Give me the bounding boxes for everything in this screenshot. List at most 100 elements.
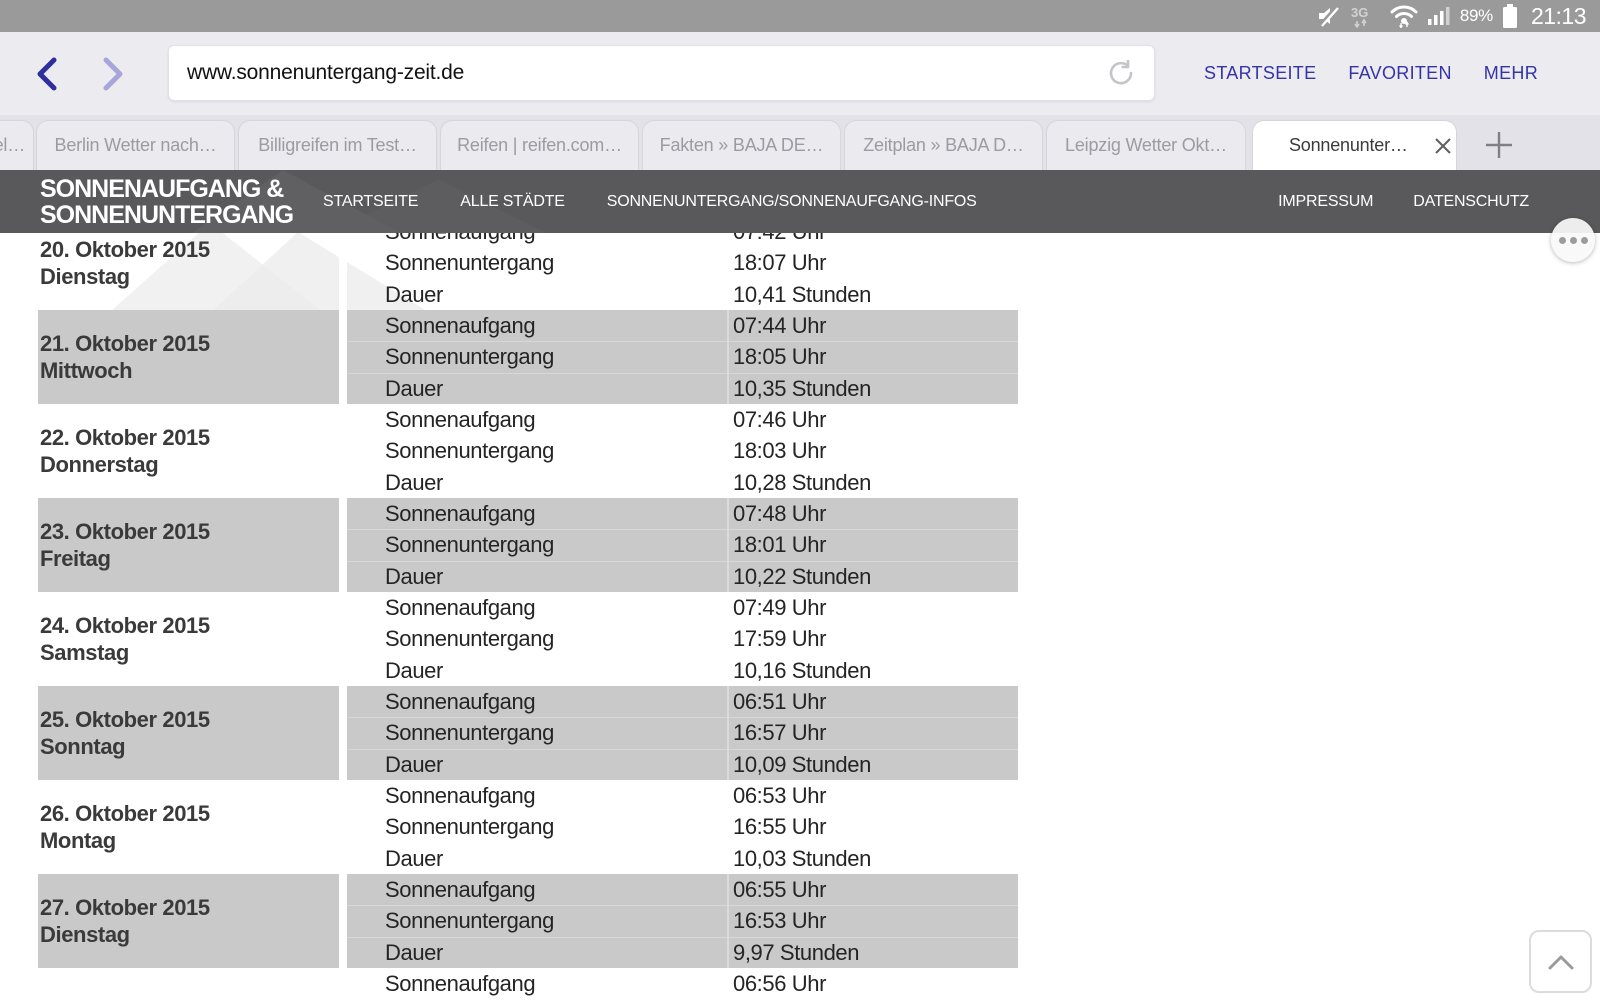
label-sonnenuntergang: Sonnenuntergang	[347, 341, 727, 372]
row-day: Dienstag	[40, 263, 339, 290]
new-tab-button[interactable]	[1460, 120, 1537, 170]
row-date: 21. Oktober 2015	[40, 330, 339, 357]
label-sonnenaufgang: Sonnenaufgang	[347, 780, 727, 811]
label-sonnenuntergang: Sonnenuntergang	[347, 811, 727, 842]
row-date: 26. Oktober 2015	[40, 800, 339, 827]
screen: 3G 89%	[0, 0, 1600, 1000]
tab-billigreifen[interactable]: Billigreifen im Test…	[238, 120, 437, 170]
value-sunset: 16:55 Uhr	[729, 811, 1018, 842]
label-dauer: Dauer	[347, 279, 727, 310]
back-button[interactable]	[28, 56, 68, 92]
label-dauer: Dauer	[347, 937, 727, 968]
value-sunset: 16:57 Uhr	[729, 717, 1018, 748]
scroll-to-top-button[interactable]	[1529, 930, 1592, 993]
value-sunrise: 07:42 Uhr	[729, 233, 1018, 247]
table-row-group-24-okt: 24. Oktober 2015 Samstag Sonnenaufgang S…	[38, 592, 1018, 686]
tab-sonnenuntergang-active[interactable]: Sonnenunter…	[1252, 120, 1457, 170]
row-date: 27. Oktober 2015	[40, 894, 339, 921]
site-header: SONNENAUFGANG & SONNENUNTERGANG STARTSEI…	[0, 170, 1600, 233]
nav-alle-staedte[interactable]: ALLE STÄDTE	[460, 193, 565, 211]
close-tab-icon[interactable]	[1434, 137, 1452, 155]
table-row-group-27-okt: 27. Oktober 2015 Dienstag Sonnenaufgang …	[38, 874, 1018, 968]
value-duration: 10,41 Stunden	[729, 279, 1018, 310]
row-date: 20. Oktober 2015	[40, 236, 339, 263]
value-sunset: 18:05 Uhr	[729, 341, 1018, 372]
value-duration: 10,16 Stunden	[729, 655, 1018, 686]
label-dauer: Dauer	[347, 373, 727, 404]
label-sonnenuntergang: Sonnenuntergang	[347, 247, 727, 278]
toolbar-links: STARTSEITE FAVORITEN MEHR	[1204, 32, 1538, 115]
mobile-data-3g-icon: 3G	[1350, 4, 1380, 28]
row-date: 24. Oktober 2015	[40, 612, 339, 639]
label-dauer: Dauer	[347, 749, 727, 780]
value-duration: 10,22 Stunden	[729, 561, 1018, 592]
wifi-icon	[1390, 4, 1418, 28]
site-logo[interactable]: SONNENAUFGANG & SONNENUNTERGANG	[40, 176, 293, 228]
nav-startseite[interactable]: STARTSEITE	[323, 193, 418, 211]
dot-icon	[1570, 237, 1577, 244]
svg-text:3G: 3G	[1351, 5, 1368, 20]
tab-reifen[interactable]: Reifen | reifen.com…	[440, 120, 639, 170]
row-day: Mittwoch	[40, 357, 339, 384]
value-sunrise: 06:56 Uhr	[729, 968, 1018, 999]
browser-toolbar: www.sonnenuntergang-zeit.de STARTSEITE F…	[0, 32, 1600, 115]
tab-fakten-baja[interactable]: Fakten » BAJA DE…	[642, 120, 841, 170]
address-bar[interactable]: www.sonnenuntergang-zeit.de	[168, 45, 1155, 101]
row-day: Freitag	[40, 545, 339, 572]
value-sunrise: 06:53 Uhr	[729, 780, 1018, 811]
mute-icon	[1316, 5, 1340, 27]
label-dauer: Dauer	[347, 467, 727, 498]
label-sonnenuntergang: Sonnenuntergang	[347, 435, 727, 466]
tab-leipzig-wetter[interactable]: Leipzig Wetter Okt…	[1046, 120, 1246, 170]
value-sunset: 18:01 Uhr	[729, 529, 1018, 560]
nav-infos[interactable]: SONNENUNTERGANG/SONNENAUFGANG-INFOS	[607, 193, 977, 211]
dot-icon	[1559, 237, 1566, 244]
tab-berlin-wetter[interactable]: Berlin Wetter nach…	[36, 120, 235, 170]
battery-icon	[1503, 4, 1517, 28]
label-sonnenaufgang: Sonnenaufgang	[347, 968, 727, 999]
label-sonnenaufgang: Sonnenaufgang	[347, 404, 727, 435]
nav-impressum[interactable]: IMPRESSUM	[1278, 193, 1373, 211]
value-sunrise: 07:46 Uhr	[729, 404, 1018, 435]
mehr-link[interactable]: MEHR	[1484, 63, 1538, 84]
floating-more-button[interactable]	[1551, 218, 1595, 262]
label-sonnenaufgang: Sonnenaufgang	[347, 498, 727, 529]
nav-datenschutz[interactable]: DATENSCHUTZ	[1413, 193, 1529, 211]
label-dauer: Dauer	[347, 561, 727, 592]
table-row-group-22-okt: 22. Oktober 2015 Donnerstag Sonnenaufgan…	[38, 404, 1018, 498]
reload-icon[interactable]	[1106, 58, 1136, 88]
table-row-group-20-okt: 20. Oktober 2015 Dienstag Sonnenaufgang …	[38, 233, 1018, 310]
site-nav-right: IMPRESSUM DATENSCHUTZ	[1278, 170, 1529, 233]
label-sonnenuntergang: Sonnenuntergang	[347, 905, 727, 936]
tab-strip: el… Berlin Wetter nach… Billigreifen im …	[0, 115, 1600, 170]
value-sunrise: 06:55 Uhr	[729, 874, 1018, 905]
table-row-group-21-okt: 21. Oktober 2015 Mittwoch Sonnenaufgang …	[38, 310, 1018, 404]
value-sunrise: 06:51 Uhr	[729, 686, 1018, 717]
table-row-group-25-okt: 25. Oktober 2015 Sonntag Sonnenaufgang S…	[38, 686, 1018, 780]
row-day: Dienstag	[40, 921, 339, 948]
label-sonnenaufgang: Sonnenaufgang	[347, 592, 727, 623]
value-sunset: 17:59 Uhr	[729, 623, 1018, 654]
chevron-up-icon	[1544, 952, 1578, 972]
value-duration: 10,28 Stunden	[729, 467, 1018, 498]
favoriten-link[interactable]: FAVORITEN	[1348, 63, 1451, 84]
label-dauer: Dauer	[347, 655, 727, 686]
tab-zeitplan-baja[interactable]: Zeitplan » BAJA D…	[844, 120, 1043, 170]
clock: 21:13	[1531, 3, 1586, 30]
table-row-group-23-okt: 23. Oktober 2015 Freitag Sonnenaufgang S…	[38, 498, 1018, 592]
row-date: 23. Oktober 2015	[40, 518, 339, 545]
startseite-link[interactable]: STARTSEITE	[1204, 63, 1316, 84]
value-duration: 10,03 Stunden	[729, 843, 1018, 874]
label-sonnenaufgang: Sonnenaufgang	[347, 233, 727, 247]
url-text[interactable]: www.sonnenuntergang-zeit.de	[187, 61, 1106, 85]
tab-partial[interactable]: el…	[0, 120, 34, 170]
signal-strength-icon	[1428, 6, 1450, 26]
page-content: 20. Oktober 2015 Dienstag Sonnenaufgang …	[0, 233, 1600, 1000]
forward-button[interactable]	[92, 56, 132, 92]
label-sonnenuntergang: Sonnenuntergang	[347, 623, 727, 654]
row-day: Montag	[40, 827, 339, 854]
label-sonnenuntergang: Sonnenuntergang	[347, 717, 727, 748]
table-row-group-28-okt-partial: Sonnenaufgang 06:56 Uhr	[38, 968, 1018, 1000]
value-sunrise: 07:49 Uhr	[729, 592, 1018, 623]
value-sunrise: 07:44 Uhr	[729, 310, 1018, 341]
